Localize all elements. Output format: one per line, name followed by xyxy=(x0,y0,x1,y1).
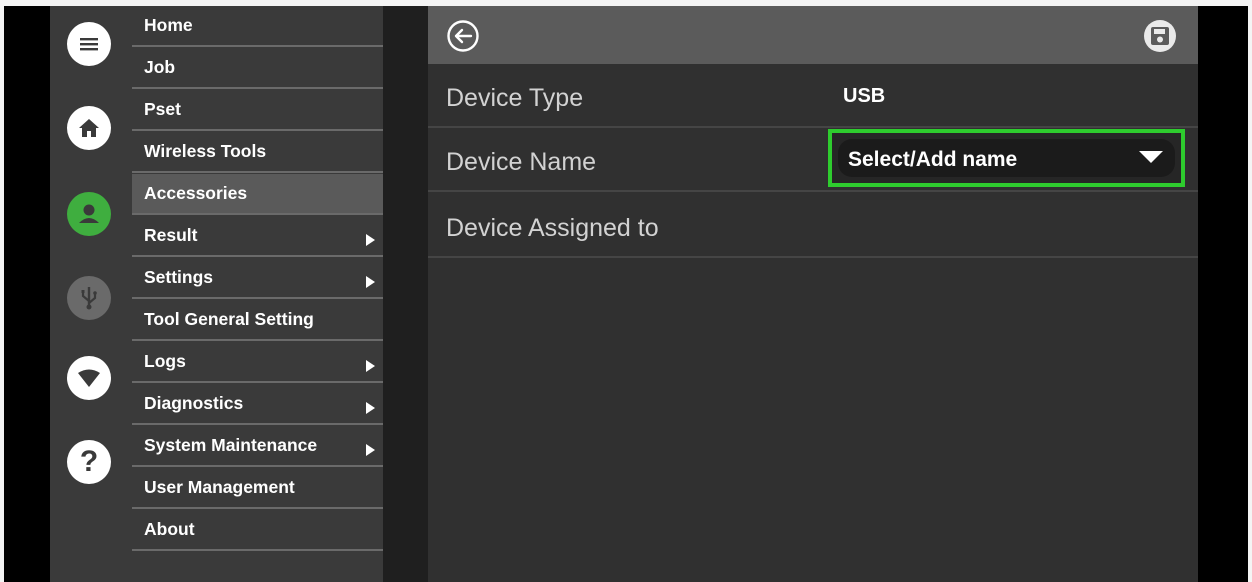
divider xyxy=(132,171,383,173)
sidebar-item-label: System Maintenance xyxy=(144,435,318,455)
sidebar-item-label: Result xyxy=(144,225,198,245)
back-button[interactable] xyxy=(445,18,481,54)
wifi-icon[interactable] xyxy=(67,356,111,400)
sidebar-item-label: About xyxy=(144,519,195,539)
sidebar-item-label: Diagnostics xyxy=(144,393,244,413)
sidebar-item-accessories[interactable]: Accessories xyxy=(132,174,383,215)
sidebar-item-settings[interactable]: Settings xyxy=(132,258,383,299)
device-type-row: Device Type USB xyxy=(428,64,1198,128)
sidebar-item-user-management[interactable]: User Management xyxy=(132,468,383,509)
sidebar-item-result[interactable]: Result xyxy=(132,216,383,257)
back-arrow-icon xyxy=(447,20,479,52)
sidebar-item-logs[interactable]: Logs xyxy=(132,342,383,383)
divider xyxy=(132,507,383,509)
device-name-select[interactable]: Select/Add name xyxy=(828,129,1185,187)
user-icon[interactable] xyxy=(67,192,111,236)
sidebar-item-label: User Management xyxy=(144,477,295,497)
home-icon[interactable] xyxy=(67,106,111,150)
sidebar-item-diagnostics[interactable]: Diagnostics xyxy=(132,384,383,425)
sidebar-item-label: Home xyxy=(144,15,193,35)
sidebar-item-label: Tool General Setting xyxy=(144,309,314,329)
sidebar-item-label: Pset xyxy=(144,99,181,119)
submenu-arrow-icon xyxy=(366,360,375,372)
device-name-label: Device Name xyxy=(446,148,597,176)
device-assigned-row: Device Assigned to xyxy=(428,194,1198,258)
menu-icon[interactable] xyxy=(67,22,111,66)
sidebar-item-label: Wireless Tools xyxy=(144,141,267,161)
panel-header xyxy=(428,6,1198,64)
sidebar-item-pset[interactable]: Pset xyxy=(132,90,383,131)
submenu-arrow-icon xyxy=(366,444,375,456)
sidebar-item-system-maintenance[interactable]: System Maintenance xyxy=(132,426,383,467)
sidebar-menu: Home Job Pset Wireless Tools Accessories… xyxy=(132,6,383,582)
divider xyxy=(132,297,383,299)
device-type-label: Device Type xyxy=(446,84,584,112)
divider xyxy=(132,129,383,131)
device-type-value: USB xyxy=(843,85,886,107)
divider xyxy=(428,190,1198,192)
divider xyxy=(132,423,383,425)
sidebar-item-label: Accessories xyxy=(144,183,248,203)
device-assigned-label: Device Assigned to xyxy=(446,214,659,242)
divider xyxy=(132,465,383,467)
divider xyxy=(132,549,383,551)
save-button[interactable] xyxy=(1142,18,1178,54)
divider xyxy=(132,339,383,341)
panel-gap xyxy=(383,6,428,582)
submenu-arrow-icon xyxy=(366,234,375,246)
device-panel: Device Type USB Device Name Select/Add n… xyxy=(428,6,1198,582)
submenu-arrow-icon xyxy=(366,402,375,414)
sidebar-item-wireless-tools[interactable]: Wireless Tools xyxy=(132,132,383,173)
divider xyxy=(132,213,383,215)
sidebar-item-label: Logs xyxy=(144,351,186,371)
submenu-arrow-icon xyxy=(366,276,375,288)
sidebar-item-about[interactable]: About xyxy=(132,510,383,551)
divider xyxy=(132,255,383,257)
sidebar-item-label: Job xyxy=(144,57,176,77)
divider xyxy=(132,381,383,383)
sidebar-item-tool-general-setting[interactable]: Tool General Setting xyxy=(132,300,383,341)
frame-right xyxy=(1248,0,1252,582)
frame-left xyxy=(0,0,4,582)
icon-rail: ? xyxy=(50,6,132,582)
sidebar-item-label: Settings xyxy=(144,267,214,287)
divider xyxy=(132,87,383,89)
select-value: Select/Add name xyxy=(848,148,1018,171)
save-icon xyxy=(1144,20,1176,52)
usb-icon[interactable] xyxy=(67,276,111,320)
sidebar-item-home[interactable]: Home xyxy=(132,6,383,47)
divider xyxy=(132,45,383,47)
select-field: Select/Add name xyxy=(838,139,1175,177)
divider xyxy=(428,256,1198,258)
device-name-row: Device Name Select/Add name xyxy=(428,128,1198,192)
sidebar-item-job[interactable]: Job xyxy=(132,48,383,89)
chevron-down-icon xyxy=(1139,151,1163,163)
help-icon[interactable]: ? xyxy=(67,440,111,484)
